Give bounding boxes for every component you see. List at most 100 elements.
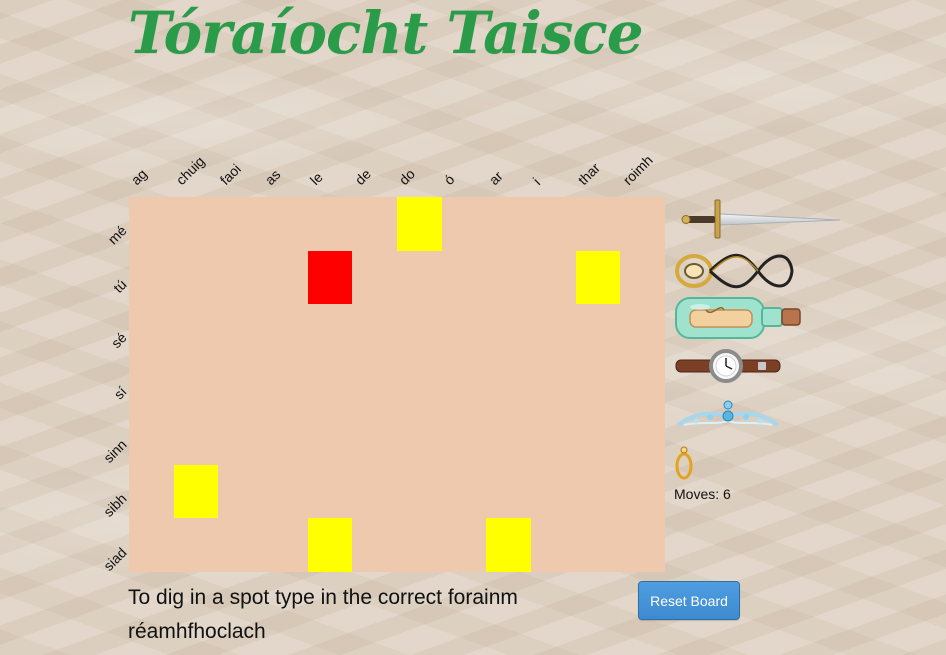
board-cell[interactable] xyxy=(218,197,263,251)
board-cell[interactable] xyxy=(576,411,621,465)
board-cell[interactable] xyxy=(352,197,397,251)
board-cell[interactable] xyxy=(263,411,308,465)
column-label: as xyxy=(261,166,284,188)
board-cell[interactable] xyxy=(486,518,531,572)
board-cell[interactable] xyxy=(442,465,487,519)
board-cell[interactable] xyxy=(308,197,353,251)
board-cell[interactable] xyxy=(576,518,621,572)
board-cell[interactable] xyxy=(174,197,219,251)
board-cell[interactable] xyxy=(174,251,219,305)
board-cell[interactable] xyxy=(620,197,665,251)
board-cell[interactable] xyxy=(397,411,442,465)
board-cell[interactable] xyxy=(218,304,263,358)
board-cell[interactable] xyxy=(174,304,219,358)
board-cell[interactable] xyxy=(397,197,442,251)
board-cell[interactable] xyxy=(263,304,308,358)
board-cell[interactable] xyxy=(576,197,621,251)
board-cell[interactable] xyxy=(531,411,576,465)
board-cell[interactable] xyxy=(129,304,174,358)
board-cell[interactable] xyxy=(174,518,219,572)
column-label: thar xyxy=(574,159,604,188)
board-cell[interactable] xyxy=(531,358,576,412)
board-cell[interactable] xyxy=(352,251,397,305)
board-cell[interactable] xyxy=(129,197,174,251)
board-cell[interactable] xyxy=(173,464,219,519)
board-cell[interactable] xyxy=(486,358,531,412)
board-cell[interactable] xyxy=(397,304,442,358)
board-cell[interactable] xyxy=(531,251,576,305)
board-cell[interactable] xyxy=(442,251,487,305)
board-cell[interactable] xyxy=(307,518,353,572)
board-cell[interactable] xyxy=(486,304,531,358)
board-cell[interactable] xyxy=(218,251,263,305)
board-cell[interactable] xyxy=(307,250,353,305)
board-cell[interactable] xyxy=(308,304,353,358)
board-cell[interactable] xyxy=(308,465,353,519)
board-cell[interactable] xyxy=(129,518,174,572)
column-label: roimh xyxy=(619,151,656,188)
board-cell[interactable] xyxy=(486,251,531,305)
board-cell[interactable] xyxy=(129,358,174,412)
board-cell[interactable] xyxy=(531,197,576,251)
board-cell[interactable] xyxy=(308,358,353,412)
board-cell[interactable] xyxy=(397,251,442,305)
board-cell[interactable] xyxy=(620,251,665,305)
board-cell[interactable] xyxy=(531,518,576,572)
board-cell[interactable] xyxy=(263,465,308,519)
board-cell[interactable] xyxy=(352,358,397,412)
board-cell[interactable] xyxy=(397,465,442,519)
board-cell[interactable] xyxy=(486,411,531,465)
board-cell[interactable] xyxy=(218,465,263,519)
board-cell[interactable] xyxy=(352,304,397,358)
board-cell[interactable] xyxy=(397,518,442,572)
board-cell[interactable] xyxy=(352,518,397,572)
board-cell[interactable] xyxy=(263,197,308,251)
board-cell[interactable] xyxy=(442,358,487,412)
board-cell[interactable] xyxy=(352,411,397,465)
board-cell[interactable] xyxy=(620,518,665,572)
board-cell[interactable] xyxy=(218,518,263,572)
board-cell[interactable] xyxy=(308,411,353,465)
row-label: sí xyxy=(110,383,130,403)
board-cell[interactable] xyxy=(486,197,531,251)
board-cell[interactable] xyxy=(486,465,531,519)
board-cell[interactable] xyxy=(218,358,263,412)
column-label: i xyxy=(529,174,544,188)
game-board xyxy=(129,197,665,572)
board-cell[interactable] xyxy=(263,251,308,305)
board-cell[interactable] xyxy=(531,465,576,519)
board-cell[interactable] xyxy=(575,250,621,305)
board-cell[interactable] xyxy=(129,251,174,305)
board-cell[interactable] xyxy=(576,304,621,358)
board-cell[interactable] xyxy=(620,304,665,358)
board-cell[interactable] xyxy=(531,304,576,358)
board-cell[interactable] xyxy=(442,411,487,465)
board-cell[interactable] xyxy=(397,358,442,412)
board-cell[interactable] xyxy=(620,358,665,412)
row-label: sibh xyxy=(100,490,130,520)
row-label: mé xyxy=(104,222,130,248)
column-headers: ag chuig faoi as le de do ó ar i thar roimh xyxy=(128,140,665,196)
board-cell[interactable] xyxy=(218,411,263,465)
board-cell[interactable] xyxy=(174,411,219,465)
board-cell[interactable] xyxy=(620,465,665,519)
column-label: chuig xyxy=(172,153,208,188)
board-cell[interactable] xyxy=(620,411,665,465)
row-label: tú xyxy=(110,275,130,296)
board-cell[interactable] xyxy=(263,358,308,412)
board-cell[interactable] xyxy=(352,465,397,519)
board-cell[interactable] xyxy=(129,411,174,465)
page-title: Tóraíocht Taisce xyxy=(128,0,644,67)
board-cell[interactable] xyxy=(576,358,621,412)
board-cell[interactable] xyxy=(263,518,308,572)
board-cell[interactable] xyxy=(174,358,219,412)
bottle-icon xyxy=(672,292,807,349)
column-label: ó xyxy=(440,171,458,188)
board-cell[interactable] xyxy=(442,304,487,358)
board-cell[interactable] xyxy=(442,197,487,251)
reset-board-button[interactable]: Reset Board xyxy=(638,581,740,620)
board-cell[interactable] xyxy=(576,465,621,519)
board-cell[interactable] xyxy=(442,518,487,572)
watch-icon xyxy=(672,345,784,392)
board-cell[interactable] xyxy=(129,465,174,519)
